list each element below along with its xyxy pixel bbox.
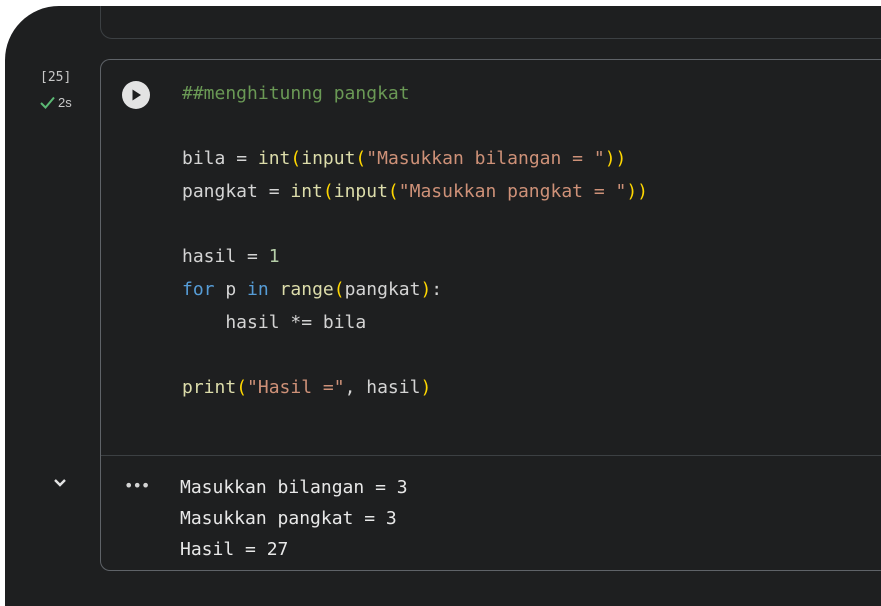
code-line: ##menghitunng pangkat — [182, 78, 648, 111]
code-token: ( — [322, 181, 334, 203]
code-token: p — [214, 279, 248, 301]
code-token: 1 — [268, 246, 280, 268]
code-token: )) — [626, 181, 649, 203]
chevron-down-icon[interactable] — [52, 477, 68, 489]
cell-output: Masukkan bilangan = 3 Masukkan pangkat = … — [180, 472, 408, 565]
execution-duration: 2s — [58, 95, 72, 110]
code-token: "Hasil =" — [247, 377, 345, 399]
code-line: hasil = 1 — [182, 241, 648, 274]
code-token: input — [301, 148, 356, 170]
output-line: Masukkan bilangan = 3 — [180, 477, 408, 498]
code-token: ) — [420, 377, 432, 399]
code-token: in — [247, 279, 269, 301]
code-line: hasil *= bila — [182, 307, 648, 340]
execution-count: [25] — [40, 70, 72, 85]
code-token: range — [279, 279, 334, 301]
code-token: ( — [290, 148, 302, 170]
code-token: hasil *= bila — [182, 311, 367, 333]
output-divider — [101, 455, 881, 456]
code-editor[interactable]: ##menghitunng pangkat bila = int(input("… — [182, 78, 648, 405]
code-token: ( — [355, 148, 367, 170]
code-token: int — [257, 148, 291, 170]
code-token: int — [290, 181, 323, 203]
code-token: pangkat — [182, 181, 258, 203]
code-token: hasil — [182, 246, 237, 268]
code-token: "Masukkan bilangan = " — [366, 148, 605, 170]
code-token: ##menghitunng pangkat — [182, 83, 410, 104]
code-line: for p in range(pangkat): — [182, 274, 648, 307]
code-token: for — [182, 279, 215, 301]
code-line: print("Hasil =", hasil) — [182, 372, 648, 405]
run-cell-button[interactable] — [122, 81, 150, 109]
play-circle-icon — [132, 89, 141, 101]
output-menu-button[interactable]: ••• — [124, 478, 150, 494]
output-line: Masukkan pangkat = 3 — [180, 508, 397, 529]
code-token: : — [431, 279, 443, 301]
code-token: ( — [236, 377, 248, 399]
screenshot-frame: [25] 2s ##menghitunng pangkat bila = int… — [0, 0, 881, 606]
code-token: = — [225, 148, 258, 170]
execution-status: 2s — [40, 95, 72, 110]
code-token: ) — [420, 279, 432, 301]
output-line: Hasil = 27 — [180, 539, 289, 560]
code-token: , hasil — [344, 377, 421, 399]
code-line: pangkat = int(input("Masukkan pangkat = … — [182, 176, 648, 209]
code-line: bila = int(input("Masukkan bilangan = ")… — [182, 143, 648, 176]
code-token: ( — [333, 279, 345, 301]
code-token: print — [182, 377, 237, 399]
code-token: = — [236, 246, 269, 268]
check-icon — [40, 96, 55, 109]
code-token: pangkat — [344, 279, 421, 301]
code-token: input — [333, 181, 388, 203]
code-token: "Masukkan pangkat = " — [398, 181, 627, 203]
code-token: = — [257, 181, 291, 203]
code-token: bila — [182, 148, 226, 170]
code-token: ( — [387, 181, 399, 203]
code-token: )) — [604, 148, 627, 170]
previous-cell-edge — [100, 6, 881, 39]
